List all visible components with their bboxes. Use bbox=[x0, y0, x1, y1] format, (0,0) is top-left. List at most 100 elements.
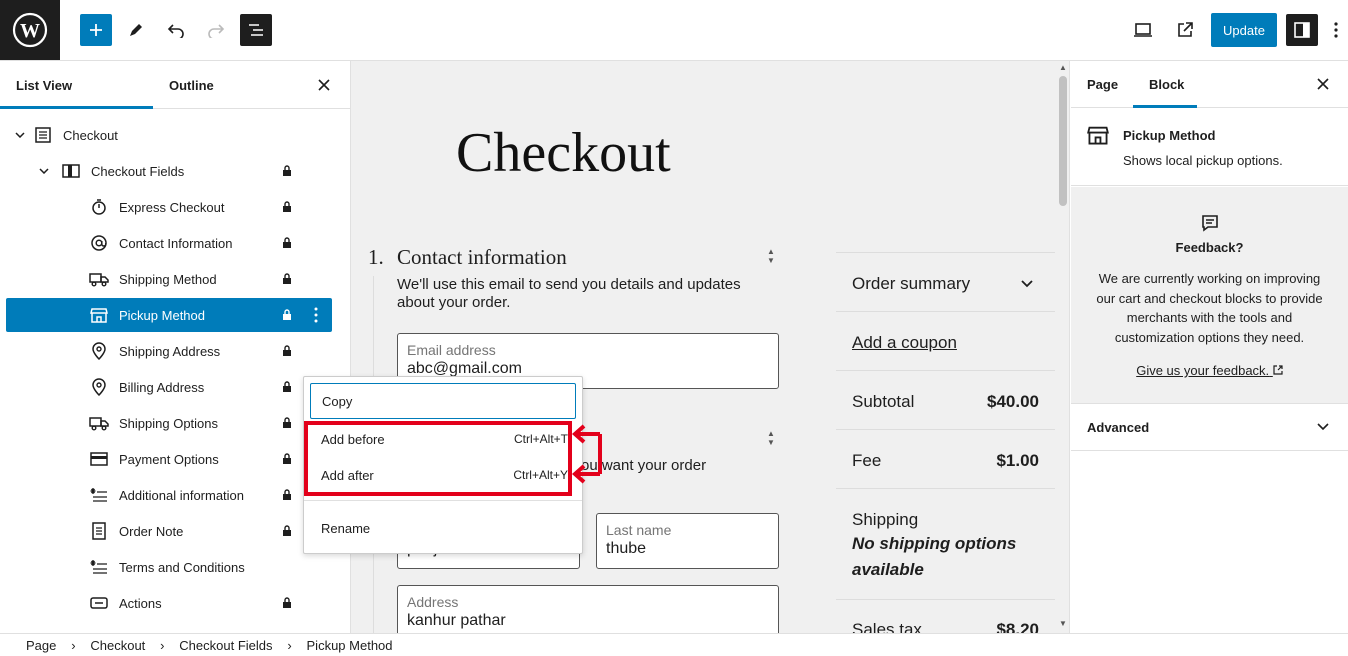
menu-item-label: Copy bbox=[322, 393, 353, 409]
lock-icon bbox=[281, 164, 293, 178]
canvas-scrollbar[interactable]: ▲ ▼ bbox=[1056, 61, 1070, 633]
truck-icon bbox=[89, 413, 109, 433]
subtotal-value: $40.00 bbox=[987, 392, 1039, 411]
list-view-icon bbox=[249, 24, 263, 36]
order-summary-header[interactable]: Order summary bbox=[836, 252, 1055, 311]
fee-row: Fee $1.00 bbox=[836, 429, 1055, 488]
add-coupon-link[interactable]: Add a coupon bbox=[852, 333, 957, 353]
step-number: 1. bbox=[368, 245, 384, 269]
list-item-checkout[interactable]: Checkout bbox=[6, 118, 332, 152]
document-overview-button[interactable] bbox=[240, 14, 272, 46]
tab-outline[interactable]: Outline bbox=[169, 61, 214, 109]
chevron-down-icon[interactable] bbox=[36, 163, 52, 179]
wordpress-logo[interactable]: W bbox=[0, 0, 60, 60]
page-title[interactable]: Checkout bbox=[456, 121, 671, 185]
desktop-preview-icon bbox=[1134, 23, 1152, 37]
feedback-link[interactable]: Give us your feedback. bbox=[1071, 363, 1348, 378]
scroll-down-icon[interactable]: ▼ bbox=[1059, 619, 1067, 628]
fields-icon bbox=[89, 557, 109, 577]
lock-icon bbox=[281, 524, 293, 538]
tax-label: Sales tax bbox=[852, 620, 922, 633]
at-sign-icon bbox=[89, 233, 109, 253]
external-link-icon bbox=[1273, 365, 1283, 375]
page-icon bbox=[33, 125, 53, 145]
lock-icon bbox=[281, 488, 293, 502]
breadcrumb-checkout[interactable]: Checkout bbox=[90, 638, 145, 653]
close-settings-button[interactable] bbox=[1313, 74, 1333, 94]
preview-button[interactable] bbox=[1127, 14, 1159, 46]
plus-icon bbox=[90, 24, 102, 36]
close-list-view-button[interactable] bbox=[314, 75, 334, 95]
list-item-label: Actions bbox=[119, 595, 162, 611]
fee-label: Fee bbox=[852, 451, 882, 470]
list-item-pickup-method[interactable]: Pickup Method bbox=[6, 298, 332, 332]
list-item-shipping-method[interactable]: Shipping Method bbox=[6, 262, 332, 296]
chevron-down-icon bbox=[1021, 280, 1033, 288]
block-options-icon[interactable] bbox=[308, 305, 324, 325]
fields-icon bbox=[89, 485, 109, 505]
lock-icon bbox=[281, 416, 293, 430]
list-item-billing-address[interactable]: Billing Address bbox=[6, 370, 332, 404]
add-block-button[interactable] bbox=[80, 14, 112, 46]
block-mover-icon[interactable]: ▲ ▼ bbox=[764, 427, 778, 449]
comment-icon bbox=[1202, 215, 1218, 232]
undo-button[interactable] bbox=[160, 14, 192, 46]
subtotal-label: Subtotal bbox=[852, 392, 915, 411]
step-description[interactable]: We'll use this email to send you details… bbox=[397, 276, 777, 312]
card-icon bbox=[89, 449, 109, 469]
list-item-label: Shipping Address bbox=[119, 343, 221, 359]
list-item-shipping-options[interactable]: Shipping Options bbox=[6, 406, 332, 440]
address-field[interactable]: Address kanhur pathar bbox=[397, 585, 779, 633]
copy-menu-item[interactable]: Copy bbox=[310, 383, 576, 419]
list-item-terms-and-conditions[interactable]: Terms and Conditions bbox=[6, 550, 332, 584]
last-name-field[interactable]: Last name thube bbox=[596, 513, 779, 569]
stopwatch-icon bbox=[89, 197, 109, 217]
field-label: Email address bbox=[407, 342, 496, 358]
chevron-right-icon: › bbox=[71, 637, 76, 653]
list-item-label: Checkout Fields bbox=[91, 163, 185, 179]
redo-button[interactable] bbox=[200, 14, 232, 46]
close-icon bbox=[318, 79, 330, 91]
undo-icon bbox=[167, 24, 184, 38]
list-item-contact-information[interactable]: Contact Information bbox=[6, 226, 332, 260]
scroll-up-icon[interactable]: ▲ bbox=[1059, 63, 1067, 72]
tab-block[interactable]: Block bbox=[1149, 61, 1184, 108]
top-toolbar: W Update bbox=[0, 0, 1348, 61]
field-value: kanhur pathar bbox=[407, 612, 506, 629]
list-item-label: Billing Address bbox=[119, 379, 205, 395]
rename-menu-item[interactable]: Rename bbox=[310, 510, 576, 546]
block-mover-icon[interactable]: ▲ ▼ bbox=[764, 245, 778, 267]
truck-icon bbox=[89, 269, 109, 289]
list-panel-tabs: List View Outline bbox=[0, 61, 350, 109]
tools-button[interactable] bbox=[120, 14, 152, 46]
list-item-additional-information[interactable]: Additional information bbox=[6, 478, 332, 512]
list-item-shipping-address[interactable]: Shipping Address bbox=[6, 334, 332, 368]
list-item-label: Terms and Conditions bbox=[119, 559, 245, 575]
field-label: Address bbox=[407, 594, 459, 610]
tab-list-view[interactable]: List View bbox=[16, 61, 72, 109]
list-item-actions[interactable]: Actions bbox=[6, 586, 332, 620]
fee-value: $1.00 bbox=[996, 451, 1039, 470]
list-item-payment-options[interactable]: Payment Options bbox=[6, 442, 332, 476]
view-page-button[interactable] bbox=[1169, 14, 1201, 46]
chevron-down-icon bbox=[1317, 423, 1329, 431]
chevron-right-icon: › bbox=[160, 637, 165, 653]
chevron-right-icon: › bbox=[287, 637, 292, 653]
chevron-down-icon[interactable] bbox=[12, 127, 28, 143]
list-item-order-note[interactable]: Order Note bbox=[6, 514, 332, 548]
coupon-row: Add a coupon bbox=[836, 311, 1055, 370]
list-item-label: Contact Information bbox=[119, 235, 233, 251]
settings-sidebar-icon bbox=[1294, 22, 1310, 38]
list-item-checkout-fields[interactable]: Checkout Fields bbox=[6, 154, 332, 188]
step-title[interactable]: Contact information bbox=[397, 245, 567, 270]
list-item-express-checkout[interactable]: Express Checkout bbox=[6, 190, 332, 224]
annotation-arrows-icon bbox=[571, 424, 602, 484]
scroll-thumb[interactable] bbox=[1059, 76, 1067, 206]
settings-toggle-button[interactable] bbox=[1286, 14, 1318, 46]
advanced-panel-toggle[interactable]: Advanced bbox=[1071, 405, 1348, 451]
update-button[interactable]: Update bbox=[1211, 13, 1277, 47]
tab-page[interactable]: Page bbox=[1087, 61, 1118, 108]
options-button[interactable] bbox=[1326, 14, 1346, 46]
breadcrumb-checkout-fields[interactable]: Checkout Fields bbox=[179, 638, 272, 653]
breadcrumb-page[interactable]: Page bbox=[26, 638, 56, 653]
